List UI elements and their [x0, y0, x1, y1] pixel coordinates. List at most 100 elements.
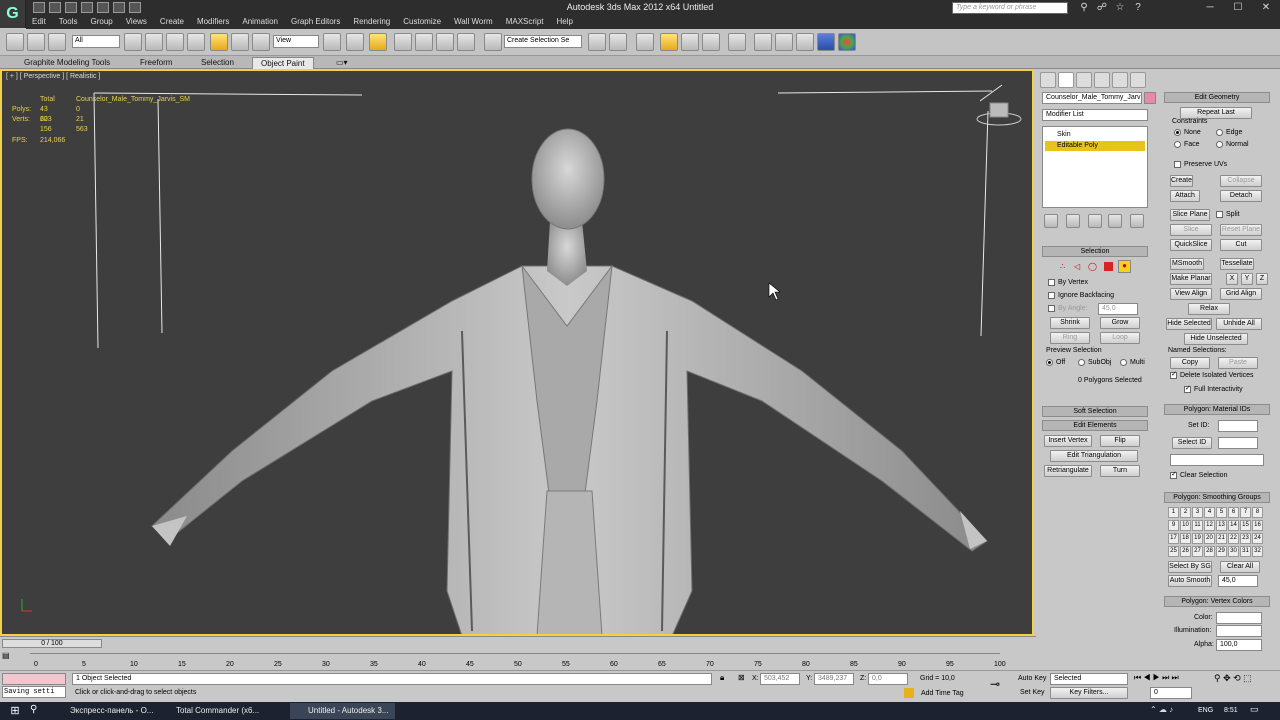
x-coordinate[interactable]: 503,452	[760, 673, 800, 685]
clock[interactable]: 8:51	[1224, 707, 1238, 714]
maxscript-listener[interactable]	[2, 673, 66, 685]
preview-subobj-radio[interactable]	[1078, 359, 1085, 366]
preview-off-radio[interactable]	[1046, 359, 1053, 366]
add-time-tag[interactable]: Add Time Tag	[921, 690, 964, 697]
tab-graphite-modeling-tools[interactable]: Graphite Modeling Tools	[16, 57, 118, 69]
smoothing-group-button[interactable]: 21	[1216, 533, 1227, 544]
render-icon[interactable]	[796, 33, 814, 51]
smoothing-group-button[interactable]: 8	[1252, 507, 1263, 518]
select-object-icon[interactable]	[124, 33, 142, 51]
constraint-face-radio[interactable]	[1174, 141, 1181, 148]
hierarchy-panel-icon[interactable]	[1076, 72, 1092, 88]
slice-button[interactable]: Slice	[1170, 224, 1212, 236]
smoothing-group-button[interactable]: 9	[1168, 520, 1179, 531]
ignore-backfacing-checkbox[interactable]	[1048, 292, 1055, 299]
smoothing-group-button[interactable]: 18	[1180, 533, 1191, 544]
smoothing-group-button[interactable]: 14	[1228, 520, 1239, 531]
lock-icon[interactable]: 🔒︎	[720, 673, 732, 685]
notifications-icon[interactable]: ▭	[1250, 704, 1264, 718]
by-angle-spinner[interactable]: 45,0	[1098, 303, 1138, 315]
smoothing-group-button[interactable]: 29	[1216, 546, 1227, 557]
motion-panel-icon[interactable]	[1094, 72, 1110, 88]
split-checkbox[interactable]	[1216, 211, 1223, 218]
modifier-list-dropdown[interactable]: Modifier List	[1042, 109, 1148, 121]
set-id-spinner[interactable]	[1218, 420, 1258, 432]
window-crossing-icon[interactable]	[187, 33, 205, 51]
menu-animation[interactable]: Animation	[236, 16, 285, 26]
selection-filter-dropdown[interactable]: All	[72, 35, 120, 48]
create-panel-icon[interactable]	[1040, 72, 1056, 88]
absolute-mode-icon[interactable]: ⊠	[738, 673, 750, 685]
preserve-uvs-checkbox[interactable]	[1174, 161, 1181, 168]
paste-button[interactable]: Paste	[1218, 357, 1258, 369]
insert-vertex-button[interactable]: Insert Vertex	[1044, 435, 1092, 447]
perspective-viewport[interactable]: [ + ] [ Perspective ] [ Realistic ] Tota…	[0, 69, 1034, 636]
smoothing-group-button[interactable]: 20	[1204, 533, 1215, 544]
favorites-icon[interactable]: ☆	[1112, 0, 1128, 16]
help-icon[interactable]: ?	[1130, 0, 1146, 16]
task-3ds-max[interactable]: Untitled - Autodesk 3...	[290, 703, 395, 719]
keyboard-shortcut-icon[interactable]	[369, 33, 387, 51]
object-name-field[interactable]: Counselor_Male_Tommy_Jarv	[1042, 92, 1142, 104]
rendered-frame-icon[interactable]	[775, 33, 793, 51]
smoothing-group-button[interactable]: 22	[1228, 533, 1239, 544]
modifier-editable-poly[interactable]: Editable Poly	[1045, 141, 1145, 151]
z-coordinate[interactable]: 0,0	[868, 673, 908, 685]
smoothing-group-button[interactable]: 27	[1192, 546, 1203, 557]
material-name-dropdown[interactable]	[1170, 454, 1264, 466]
pin-stack-icon[interactable]	[1044, 214, 1058, 228]
tab-freeform[interactable]: Freeform	[132, 57, 180, 69]
auto-key-button[interactable]: Auto Key	[1018, 675, 1046, 682]
windows-start-icon[interactable]: ⊞	[8, 704, 22, 718]
delete-isolated-checkbox[interactable]	[1170, 370, 1177, 379]
ref-coord-dropdown[interactable]: View	[273, 35, 319, 48]
smoothing-group-button[interactable]: 11	[1192, 520, 1203, 531]
smoothing-group-button[interactable]: 23	[1240, 533, 1251, 544]
shrink-button[interactable]: Shrink	[1050, 317, 1090, 329]
display-panel-icon[interactable]	[1112, 72, 1128, 88]
grid-align-button[interactable]: Grid Align	[1220, 288, 1262, 300]
named-selection-dropdown[interactable]: Create Selection Se	[504, 35, 582, 48]
curve-editor-icon[interactable]	[681, 33, 699, 51]
key-filters-button[interactable]: Key Filters...	[1050, 687, 1128, 699]
communication-icon[interactable]: ☍	[1094, 0, 1110, 16]
clear-selection-checkbox[interactable]	[1170, 470, 1177, 479]
smoothing-group-button[interactable]: 26	[1180, 546, 1191, 557]
smoothing-group-button[interactable]: 13	[1216, 520, 1227, 531]
msmooth-button[interactable]: MSmooth	[1170, 258, 1204, 270]
select-id-spinner[interactable]	[1218, 437, 1258, 449]
select-id-button[interactable]: Select ID	[1172, 437, 1212, 449]
smoothing-group-button[interactable]: 17	[1168, 533, 1179, 544]
task-opera[interactable]: Экспресс-панель - O...	[52, 703, 157, 719]
alpha-spinner[interactable]: 100,0	[1216, 639, 1262, 651]
unlink-icon[interactable]	[27, 33, 45, 51]
quickslice-button[interactable]: QuickSlice	[1170, 239, 1212, 251]
select-by-name-icon[interactable]	[145, 33, 163, 51]
planar-z-button[interactable]: Z	[1256, 273, 1268, 285]
schematic-view-icon[interactable]	[702, 33, 720, 51]
relax-button[interactable]: Relax	[1188, 303, 1230, 315]
constraint-none-radio[interactable]	[1174, 129, 1181, 136]
constraint-edge-radio[interactable]	[1216, 129, 1223, 136]
edit-triangulation-button[interactable]: Edit Triangulation	[1050, 450, 1138, 462]
tessellate-button[interactable]: Tessellate	[1220, 258, 1254, 270]
smoothing-group-button[interactable]: 3	[1192, 507, 1203, 518]
playback-controls[interactable]: ⏮ ◀ ▶ ⏭ ⏭	[1134, 673, 1214, 685]
modify-panel-icon[interactable]	[1058, 72, 1074, 88]
make-planar-button[interactable]: Make Planar	[1170, 273, 1212, 285]
make-unique-icon[interactable]	[1088, 214, 1102, 228]
menu-graph-editors[interactable]: Graph Editors	[285, 16, 347, 26]
smoothing-group-button[interactable]: 1	[1168, 507, 1179, 518]
select-by-sg-button[interactable]: Select By SG	[1168, 561, 1212, 573]
menu-views[interactable]: Views	[120, 16, 154, 26]
y-coordinate[interactable]: 3489,237	[814, 673, 854, 685]
edit-geometry-rollout-header[interactable]: Edit Geometry	[1164, 92, 1270, 103]
close-icon[interactable]: ✕	[1252, 0, 1280, 16]
smoothing-groups-rollout-header[interactable]: Polygon: Smoothing Groups	[1164, 492, 1270, 503]
slice-plane-button[interactable]: Slice Plane	[1170, 209, 1210, 221]
object-color-swatch[interactable]	[1144, 92, 1156, 104]
viewport-navigation-icons[interactable]: ⚲ ✥ ⟲ ⬚	[1214, 673, 1274, 699]
configure-sets-icon[interactable]	[1130, 214, 1144, 228]
frame-ruler[interactable]	[30, 653, 1000, 661]
binoculars-icon[interactable]: ⚲	[1076, 0, 1092, 16]
